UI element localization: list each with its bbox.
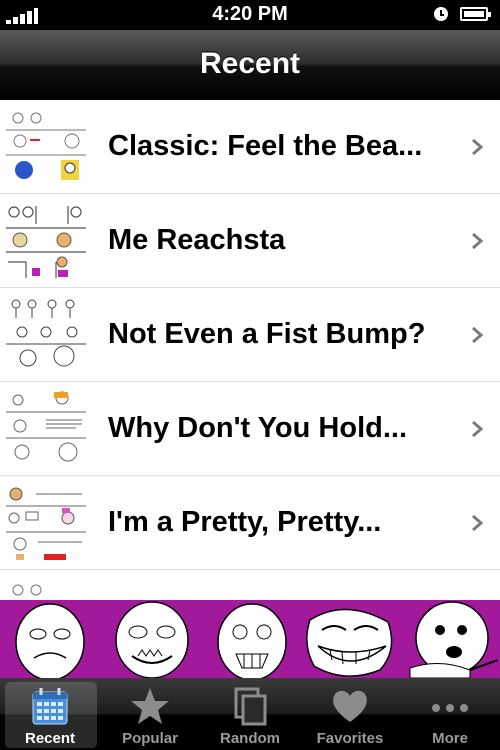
list-item[interactable]: I'm a Pretty, Pretty... — [0, 476, 500, 570]
chevron-right-icon — [472, 232, 484, 250]
comic-thumbnail — [6, 484, 86, 562]
tab-bar: Recent Popular Random Favorites More — [0, 678, 500, 750]
comic-thumbnail — [6, 578, 86, 600]
tab-label: More — [432, 730, 468, 747]
comic-title: I'm a Pretty, Pretty... — [108, 506, 382, 538]
me-gusta-face — [115, 601, 189, 679]
tab-label: Recent — [24, 730, 76, 747]
comic-list[interactable]: Classic: Feel the Bea... Me Reachsta Not… — [0, 100, 500, 600]
more-dots-icon — [432, 704, 468, 712]
list-item[interactable] — [0, 570, 500, 600]
tab-label: Random — [220, 730, 280, 747]
calendar-icon — [32, 688, 68, 725]
tab-more[interactable]: More — [400, 678, 500, 750]
tab-label: Favorites — [316, 730, 384, 747]
heart-icon — [333, 690, 367, 722]
status-bar: 4:20 PM — [0, 0, 500, 30]
list-item[interactable]: Why Don't You Hold... — [0, 382, 500, 476]
rage-face — [217, 603, 287, 681]
list-item[interactable]: Not Even a Fist Bump? — [0, 288, 500, 382]
star-icon — [131, 688, 169, 724]
cereal-guy-face — [409, 601, 499, 679]
tab-recent[interactable]: Recent — [0, 678, 100, 750]
alarm-clock-icon — [434, 7, 448, 21]
tab-favorites[interactable]: Favorites — [300, 678, 400, 750]
status-time: 4:20 PM — [212, 3, 288, 25]
chevron-right-icon — [472, 326, 484, 344]
tab-popular[interactable]: Popular — [100, 678, 200, 750]
comic-thumbnail — [6, 390, 86, 468]
stacked-pages-icon — [234, 687, 267, 726]
list-item[interactable]: Me Reachsta — [0, 194, 500, 288]
troll-face — [306, 608, 393, 677]
comic-title: Me Reachsta — [108, 224, 286, 256]
comic-thumbnail — [6, 296, 86, 374]
comic-thumbnail — [6, 108, 86, 186]
comic-thumbnail — [6, 202, 86, 280]
navigation-bar: Recent — [0, 30, 500, 101]
list-item[interactable]: Classic: Feel the Bea... — [0, 100, 500, 194]
comic-title: Why Don't You Hold... — [108, 412, 408, 444]
comic-title: Classic: Feel the Bea... — [108, 130, 423, 162]
comic-title: Not Even a Fist Bump? — [108, 318, 426, 350]
chevron-right-icon — [472, 420, 484, 438]
forever-alone-face — [15, 603, 85, 681]
tab-random[interactable]: Random — [200, 678, 300, 750]
chevron-right-icon — [472, 514, 484, 532]
rage-faces-artwork — [15, 601, 499, 681]
chevron-right-icon — [472, 138, 484, 156]
rage-faces-banner[interactable] — [0, 600, 500, 681]
battery-icon — [460, 7, 491, 21]
tab-label: Popular — [122, 730, 178, 747]
page-title: Recent — [199, 47, 301, 80]
